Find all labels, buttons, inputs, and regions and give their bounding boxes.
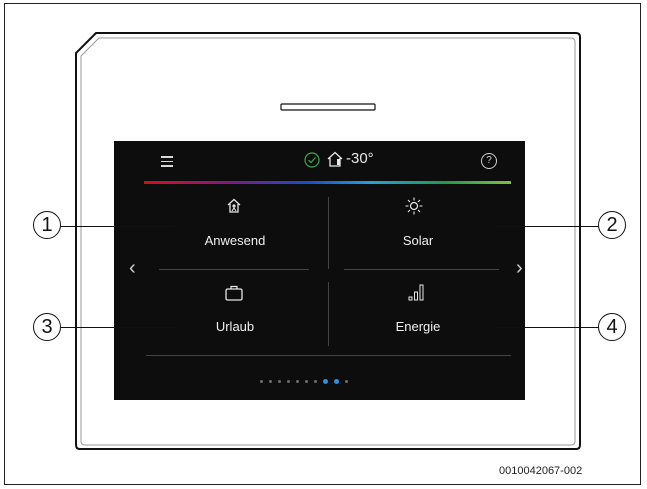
tile-solar-label: Solar (402, 233, 434, 248)
page-dot[interactable] (269, 380, 272, 383)
callout-2: 2 (598, 211, 626, 239)
tile-anwesend-label: Anwesend (204, 233, 266, 248)
grid-divider-bottom (146, 355, 511, 356)
grid-divider-left (159, 269, 309, 270)
tile-urlaub-label: Urlaub (215, 319, 255, 334)
page-dot[interactable] (305, 380, 308, 383)
help-icon[interactable]: ? (481, 153, 497, 169)
callout-line-2 (496, 226, 599, 227)
grid-divider-right (344, 269, 499, 270)
grid-divider-vertical-bottom (328, 282, 329, 346)
home-present-icon (227, 198, 241, 213)
status-bar: -30° ? (114, 141, 525, 184)
house-thermometer-icon (327, 151, 343, 167)
menu-icon[interactable] (161, 156, 173, 167)
outdoor-temperature[interactable]: -30° (327, 150, 374, 167)
next-page-arrow[interactable]: › (516, 257, 523, 280)
page-dot[interactable] (278, 380, 281, 383)
page-dot[interactable] (287, 380, 290, 383)
sensor-slot (280, 103, 376, 111)
check-circle-icon (304, 152, 320, 168)
page-indicator[interactable] (260, 379, 348, 384)
status-color-bar (144, 181, 511, 184)
callout-line-1 (61, 226, 174, 227)
page-dot[interactable] (345, 380, 348, 383)
prev-page-arrow[interactable]: ‹ (129, 257, 136, 280)
display-screen: -30° ? Anwesend Solar Urlaub Energie ‹ › (114, 141, 525, 400)
callout-line-4 (496, 327, 599, 328)
page-dot[interactable] (260, 380, 263, 383)
callout-3: 3 (33, 313, 61, 341)
temperature-value: -30° (346, 150, 374, 167)
page-dot[interactable] (296, 380, 299, 383)
sun-icon (405, 197, 423, 215)
tile-energie-label: Energie (395, 319, 441, 334)
grid-divider-vertical-top (328, 197, 329, 269)
suitcase-icon (225, 285, 243, 301)
energy-bars-icon (408, 284, 424, 301)
callout-4: 4 (598, 313, 626, 341)
page-dot[interactable] (334, 379, 339, 384)
page-dot[interactable] (323, 379, 328, 384)
page-dot[interactable] (314, 380, 317, 383)
callout-line-3 (61, 327, 174, 328)
figure-id: 0010042067-002 (499, 465, 583, 477)
callout-1: 1 (33, 211, 61, 239)
